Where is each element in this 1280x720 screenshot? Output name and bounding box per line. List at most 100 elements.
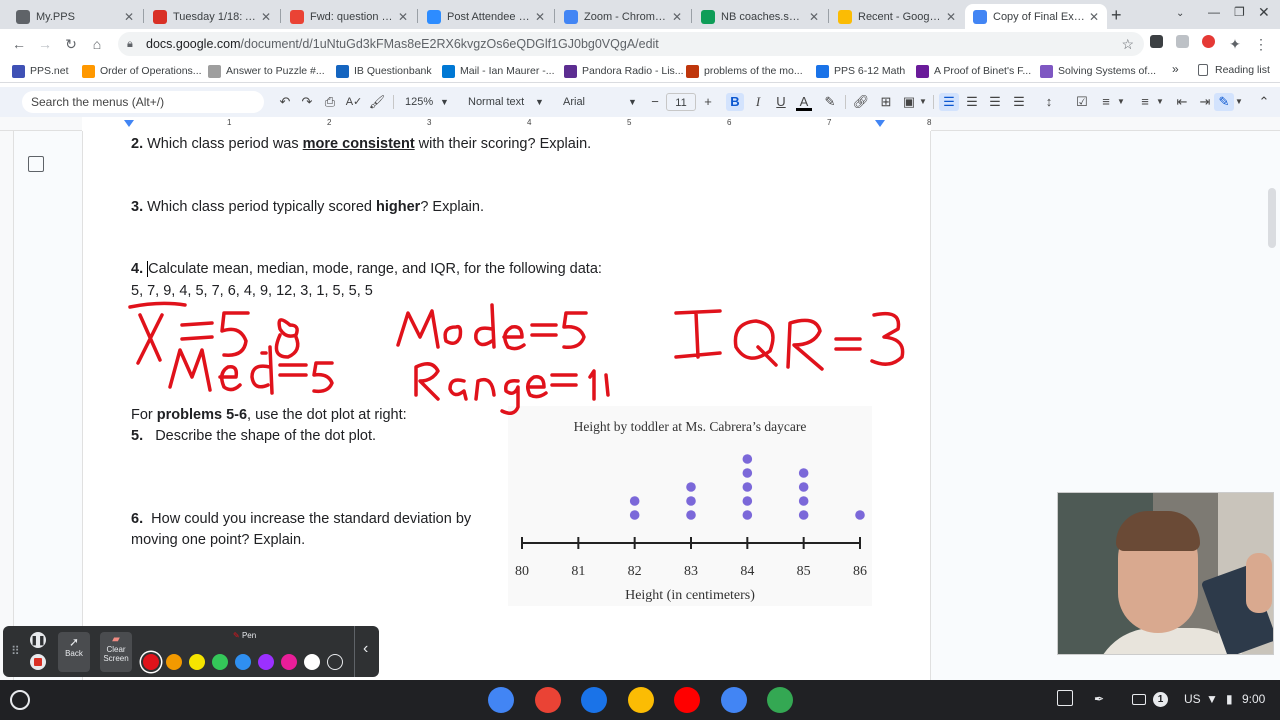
docs-app-icon[interactable] — [720, 687, 747, 713]
address-bar[interactable]: 🔒︎ docs.google.com/document/d/1uNtuGd3kF… — [118, 32, 1144, 56]
wifi-icon[interactable]: ▼ — [1206, 692, 1218, 706]
bookmark-item[interactable]: problems of the mo... — [686, 63, 803, 79]
clock[interactable]: 9:00 — [1242, 692, 1265, 706]
bold-button[interactable]: B — [726, 93, 744, 111]
bookmark-item[interactable]: Mail - Ian Maurer -... — [442, 63, 555, 79]
bookmark-item[interactable]: IB Questionbank — [336, 63, 432, 79]
print-icon[interactable]: ⎙ — [321, 93, 339, 111]
bullet-dropdown-icon[interactable]: ▼ — [1116, 93, 1126, 111]
pen-color-swatch[interactable] — [212, 654, 228, 670]
tab[interactable]: Tuesday 1/18: Alg ✕ — [145, 4, 279, 29]
increase-font-button[interactable]: + — [701, 93, 715, 111]
font-size-input[interactable]: 11 — [666, 93, 696, 111]
question-4[interactable]: 4. Calculate mean, median, mode, range, … — [131, 261, 602, 277]
tab-search-icon[interactable]: ⌄ — [1176, 8, 1184, 19]
highlight-icon[interactable]: ✎ — [822, 93, 838, 111]
image-icon[interactable]: ▣ — [900, 93, 918, 111]
clipboard-icon[interactable] — [1132, 694, 1146, 705]
right-indent-marker[interactable] — [875, 120, 885, 127]
scrollbar[interactable] — [1268, 188, 1276, 248]
increase-indent-icon[interactable]: ⇥ — [1196, 93, 1214, 111]
tab[interactable]: Post Attendee - Zo ✕ — [419, 4, 553, 29]
bookmark-item[interactable]: Solving Systems of... — [1040, 63, 1156, 79]
extension-icon[interactable] — [1150, 35, 1163, 48]
drag-handle-icon[interactable]: ⠿ — [11, 644, 20, 658]
checklist-icon[interactable]: ☑ — [1073, 93, 1091, 111]
outline-icon[interactable] — [28, 156, 44, 172]
paragraph-style-select[interactable]: Normal text — [468, 93, 524, 111]
tab[interactable]: My.PPS ✕ — [8, 4, 142, 29]
tab-close-icon[interactable]: ✕ — [1089, 10, 1099, 24]
question-2[interactable]: 2. Which class period was more consisten… — [131, 136, 591, 152]
collapse-toolbar-icon[interactable]: ⌃ — [1256, 93, 1272, 111]
decrease-font-button[interactable]: − — [648, 93, 662, 111]
pen-color-swatch[interactable] — [304, 654, 320, 670]
underline-button[interactable]: U — [773, 93, 789, 111]
zoom-select[interactable]: 125% — [405, 93, 433, 111]
tab[interactable]: Zoom - Chrome W ✕ — [556, 4, 690, 29]
locale-indicator[interactable]: US — [1184, 692, 1201, 706]
launcher-icon[interactable] — [10, 690, 30, 710]
numbered-list-icon[interactable]: ≡ — [1136, 93, 1154, 111]
bookmark-item[interactable]: PPS.net — [12, 63, 69, 79]
question-6-line-2[interactable]: moving one point? Explain. — [131, 532, 305, 548]
bookmark-star-icon[interactable]: ☆ — [1121, 32, 1134, 56]
drive-app-icon[interactable] — [627, 687, 654, 713]
pen-color-swatch[interactable] — [258, 654, 274, 670]
tab[interactable]: Fwd: question - im ✕ — [282, 4, 416, 29]
tab[interactable]: Copy of Final Exan ✕ — [965, 4, 1107, 29]
spellcheck-icon[interactable]: A✓ — [345, 93, 363, 111]
battery-icon[interactable]: ▮ — [1226, 692, 1233, 706]
tab-close-icon[interactable]: ✕ — [946, 10, 956, 24]
reading-list-icon[interactable] — [1198, 64, 1208, 76]
bookmark-item[interactable]: Answer to Puzzle #... — [208, 63, 325, 79]
editing-dropdown-icon[interactable]: ▼ — [1234, 93, 1244, 111]
clear-screen-button[interactable]: ▰ Clear Screen — [100, 632, 132, 672]
back-icon[interactable]: ← — [10, 35, 28, 53]
tab[interactable]: NB coaches.share ✕ — [693, 4, 827, 29]
menu-dots-icon[interactable]: ⋮ — [1252, 35, 1270, 53]
extension-icon[interactable] — [1202, 35, 1215, 48]
pen-color-swatch[interactable] — [189, 654, 205, 670]
bookmark-item[interactable]: Pandora Radio - Lis... — [564, 63, 684, 79]
pause-icon[interactable]: ❚❚ — [30, 632, 46, 648]
align-center-icon[interactable]: ☰ — [963, 93, 981, 111]
justify-icon[interactable]: ☰ — [1010, 93, 1028, 111]
lock-icon[interactable]: 🔒︎ — [127, 32, 133, 56]
home-icon[interactable]: ⌂ — [88, 35, 106, 53]
gmail-app-icon[interactable] — [534, 687, 561, 713]
left-indent-marker[interactable] — [124, 120, 134, 127]
more-bookmarks[interactable]: » — [1172, 62, 1179, 76]
align-left-icon[interactable]: ☰ — [939, 93, 959, 111]
stylus-icon[interactable]: ✒︎ — [1094, 692, 1104, 706]
question-3[interactable]: 3. Which class period typically scored h… — [131, 199, 484, 215]
files-app-icon[interactable] — [581, 687, 607, 713]
youtube-app-icon[interactable] — [674, 687, 700, 713]
numbered-dropdown-icon[interactable]: ▼ — [1155, 93, 1165, 111]
notification-badge[interactable]: 1 — [1153, 692, 1168, 707]
paint-format-icon[interactable]: 🖌︎ — [368, 93, 386, 111]
editing-mode-icon[interactable]: ✎ — [1214, 93, 1234, 111]
pen-color-swatch[interactable] — [281, 654, 297, 670]
tab-close-icon[interactable]: ✕ — [261, 10, 271, 24]
link-icon[interactable]: 🔗︎ — [852, 93, 870, 111]
font-dropdown-icon[interactable]: ▼ — [628, 93, 637, 111]
tab-close-icon[interactable]: ✕ — [672, 10, 682, 24]
pen-color-swatch[interactable] — [166, 654, 182, 670]
line-spacing-icon[interactable]: ↕ — [1040, 93, 1058, 111]
italic-button[interactable]: I — [750, 93, 766, 111]
reload-icon[interactable]: ↻ — [62, 35, 80, 53]
style-dropdown-icon[interactable]: ▼ — [535, 93, 544, 111]
comment-icon[interactable]: ⊞ — [877, 93, 895, 111]
chrome-app-icon[interactable] — [488, 687, 514, 713]
minimize-icon[interactable]: — — [1208, 5, 1220, 19]
bookmark-item[interactable]: Order of Operations... — [82, 63, 202, 79]
forward-icon[interactable]: → — [36, 35, 54, 53]
tab[interactable]: Recent - Google Dr ✕ — [830, 4, 964, 29]
screen-capture-icon[interactable] — [1057, 690, 1073, 706]
pen-color-swatch[interactable] — [327, 654, 343, 670]
pen-color-swatch[interactable] — [235, 654, 251, 670]
text-color-button[interactable]: A — [796, 93, 812, 111]
search-menus-input[interactable]: Search the menus (Alt+/) — [22, 91, 264, 113]
new-tab-button[interactable]: + — [1111, 5, 1122, 26]
